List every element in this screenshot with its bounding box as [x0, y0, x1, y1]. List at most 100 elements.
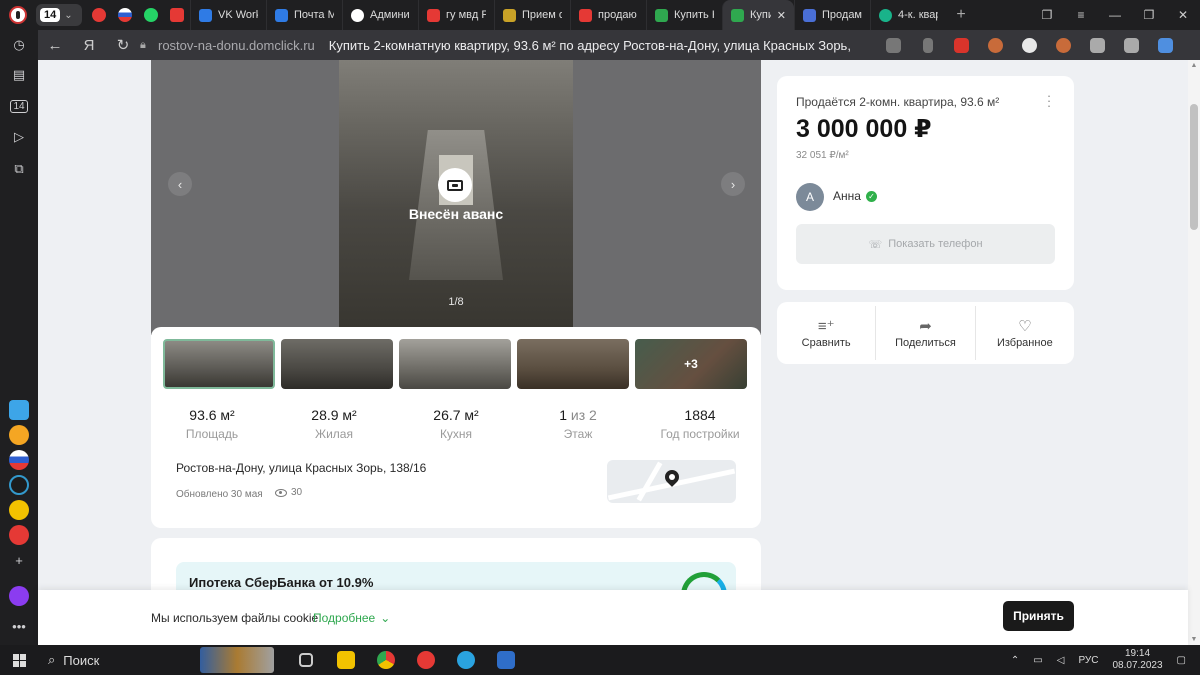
floor-total: из 2 [566, 407, 597, 423]
collections-icon[interactable]: ▤ [8, 64, 30, 86]
tab-9[interactable]: 4-к. квар [870, 0, 946, 30]
file-explorer-icon[interactable] [326, 645, 366, 675]
app-5-icon[interactable] [9, 500, 29, 520]
language-indicator[interactable]: РУС [1078, 655, 1098, 666]
menu-icon[interactable]: ≡ [1064, 0, 1098, 30]
search-icon: ⌕ [48, 652, 56, 667]
chrome-icon[interactable] [366, 645, 406, 675]
tab-3[interactable]: гу мвд Р [418, 0, 494, 30]
tab-0[interactable]: VK Work [190, 0, 266, 30]
param-value: 1 из 2 [517, 407, 639, 423]
extension-6-icon[interactable] [1115, 30, 1149, 60]
download-icon[interactable] [1149, 30, 1183, 60]
pinned-tab-3[interactable] [138, 0, 164, 30]
clock[interactable]: 19:14 08.07.2023 [1112, 648, 1162, 672]
pinned-tab-4[interactable] [164, 0, 190, 30]
restore-icon[interactable]: ❐ [1132, 0, 1166, 30]
more-icon[interactable]: ••• [8, 615, 30, 637]
history-icon[interactable]: ◷ [8, 34, 30, 56]
network-icon[interactable]: ▭ [1033, 655, 1042, 666]
tab-7-active[interactable]: Купить ✕ [722, 0, 794, 30]
agent-name[interactable]: Анна [833, 189, 861, 203]
tab-2[interactable]: Админис [342, 0, 418, 30]
app-4-icon[interactable] [9, 475, 29, 495]
param-value: 26.7 м² [433, 407, 479, 423]
close-tab-icon[interactable]: ✕ [777, 9, 786, 22]
pinned-tab-1[interactable] [86, 0, 112, 30]
reload-icon[interactable]: ↻ [106, 30, 140, 60]
share-button[interactable]: ➦ Поделиться [876, 306, 976, 360]
yandex-browser-icon[interactable] [406, 645, 446, 675]
agent-avatar[interactable]: А [796, 183, 824, 211]
tab-1[interactable]: Почта M [266, 0, 342, 30]
back-icon[interactable]: ← [38, 30, 72, 60]
tab-8[interactable]: Продам [794, 0, 870, 30]
tray-chevron-icon[interactable]: ⌃ [1011, 655, 1019, 666]
more-options-icon[interactable]: · · · [1044, 89, 1054, 112]
cookie-banner: Мы используем файлы cookie. Подробнее ⌄ П… [38, 590, 1188, 645]
extension-4-icon[interactable] [1047, 30, 1081, 60]
pinned-tab-2[interactable] [112, 0, 138, 30]
cookie-more-link[interactable]: Подробнее ⌄ [313, 611, 390, 625]
photo-gallery[interactable]: Внесён аванс 1/8 ‹ › [151, 60, 761, 335]
extension-1-icon[interactable] [945, 30, 979, 60]
lock-icon[interactable]: 🔒︎ [140, 39, 158, 52]
compare-button[interactable]: ≡⁺ Сравнить [777, 306, 877, 360]
accept-cookies-button[interactable]: Принять [1003, 601, 1074, 631]
calendar-icon[interactable]: 14 [8, 95, 30, 117]
deposit-status: Внесён аванс [408, 206, 504, 222]
notifications-icon[interactable]: ▢ [1177, 655, 1186, 666]
minimize-icon[interactable]: — [1098, 0, 1132, 30]
extension-2-icon[interactable] [979, 30, 1013, 60]
taskbar: ⌕ Поиск ⌃ ▭ ◁ РУС 19:14 08.07.2023 ▢ [0, 645, 1200, 675]
extension-3-icon[interactable] [1013, 30, 1047, 60]
thumbnail-3[interactable] [399, 339, 511, 389]
bookmark-icon[interactable] [911, 30, 945, 60]
actions-card: ≡⁺ Сравнить ➦ Поделиться ♡ Избранное [777, 302, 1074, 364]
tab-4[interactable]: Прием о [494, 0, 570, 30]
taskbar-search[interactable]: ⌕ Поиск [38, 652, 200, 668]
mini-map[interactable] [607, 460, 736, 503]
volume-icon[interactable]: ◁ [1057, 655, 1065, 666]
task-view-icon[interactable] [286, 645, 326, 675]
thumbnail-4[interactable] [517, 339, 629, 389]
thumbnail-2[interactable] [281, 339, 393, 389]
add-app-icon[interactable]: + [8, 549, 30, 571]
maps-icon[interactable] [9, 525, 29, 545]
app-1-icon[interactable] [9, 400, 29, 420]
next-photo-button[interactable]: › [721, 172, 745, 196]
favorite-button[interactable]: ♡ Избранное [976, 306, 1074, 360]
scroll-down-icon[interactable]: ▼ [1188, 636, 1200, 643]
photos-icon[interactable] [486, 645, 526, 675]
tab-5[interactable]: продаю [570, 0, 646, 30]
tab-favicon-icon [579, 8, 592, 22]
app-2-icon[interactable] [9, 425, 29, 445]
tab-count-button[interactable]: 14 ⌄ [36, 4, 82, 26]
close-window-icon[interactable]: ✕ [1166, 0, 1200, 30]
extension-5-icon[interactable] [1081, 30, 1115, 60]
start-button[interactable] [0, 653, 38, 667]
search-highlight-image[interactable] [200, 647, 274, 673]
thumbnail-5[interactable]: +3 [635, 339, 747, 389]
play-icon[interactable]: ▷ [8, 126, 30, 148]
bookmarks-icon[interactable]: ❐ [1030, 0, 1064, 30]
show-phone-button[interactable]: ☏ Показать телефон [796, 224, 1055, 264]
prev-photo-button[interactable]: ‹ [168, 172, 192, 196]
url-domain[interactable]: rostov-na-donu.domclick.ru [158, 38, 315, 53]
new-tab-button[interactable]: + [946, 6, 976, 24]
tab-label: Продам [822, 9, 862, 21]
alice-icon[interactable] [9, 586, 29, 606]
scroll-up-icon[interactable]: ▲ [1188, 62, 1200, 69]
app-3-icon[interactable] [9, 450, 29, 470]
tab-6[interactable]: Купить К [646, 0, 722, 30]
page-title[interactable]: Купить 2-комнатную квартиру, 93.6 м² по … [329, 38, 855, 53]
page-scrollbar[interactable]: ▲ ▼ [1188, 60, 1200, 645]
reader-icon[interactable] [877, 30, 911, 60]
scroll-thumb[interactable] [1190, 104, 1198, 230]
profile-button[interactable] [0, 0, 36, 30]
yandex-icon [170, 8, 184, 22]
thumbnail-1[interactable] [163, 339, 275, 389]
yandex-logo-icon[interactable]: Я [72, 30, 106, 60]
telegram-icon[interactable] [446, 645, 486, 675]
screenshot-icon[interactable]: ⧉ [8, 158, 30, 180]
